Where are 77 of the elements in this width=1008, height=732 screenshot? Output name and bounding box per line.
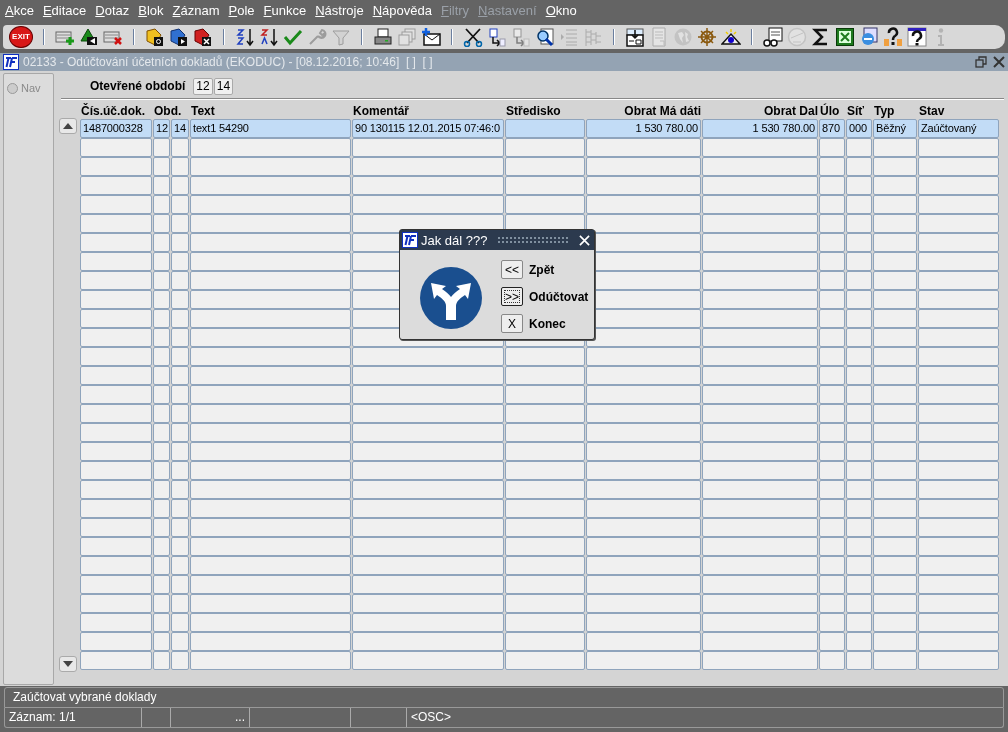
table-cell: Zaúčtovaný — [918, 119, 999, 138]
envelope-icon[interactable] — [421, 27, 441, 47]
table-cell: Běžný — [873, 119, 917, 138]
periods-label: Otevřené období — [90, 79, 186, 93]
column-header: Komentář — [352, 105, 410, 119]
button-label: Zpět — [529, 262, 555, 277]
status-message: Zaúčtovat vybrané doklady — [4, 687, 1004, 708]
spreadsheet-icon[interactable] — [835, 27, 855, 47]
help-icon[interactable] — [907, 27, 927, 47]
menu-item[interactable]: Pole — [228, 0, 264, 22]
document-arrow-icon[interactable] — [487, 27, 507, 47]
column-header: Obrat Dal — [763, 105, 818, 119]
column-header: Úlo — [819, 105, 841, 119]
help-people-icon[interactable] — [883, 27, 903, 47]
down-arrow-icon — [63, 661, 73, 667]
menu-item[interactable]: Záznam — [172, 0, 229, 22]
document-glasses-icon[interactable] — [763, 27, 783, 47]
window-title: 02133 - Odúčtování účetních dokladů (EKODUC) - [08.12.2016; 10:46] [ ] [ ] — [23, 55, 434, 69]
table-cell: 1 530 780.00 — [586, 119, 701, 138]
table-cell: text1 54290 — [190, 119, 351, 138]
sort-descending-icon[interactable] — [259, 27, 279, 47]
table-cell: 12 — [153, 119, 170, 138]
dialog-button[interactable]: >> — [501, 287, 523, 306]
column-header: Obrat Má dáti — [623, 105, 701, 119]
menu-item[interactable]: Editace — [42, 0, 96, 22]
table-cell: 1 530 780.00 — [702, 119, 818, 138]
scroll-down-button[interactable] — [59, 656, 77, 672]
column-header: Čís.úč.dok. — [80, 105, 146, 119]
folder-x-icon[interactable] — [193, 27, 213, 47]
button-label: Odúčtovat — [529, 289, 589, 304]
folder-question-icon[interactable] — [145, 27, 165, 47]
column-header: Typ — [873, 105, 896, 119]
record-arrow-icon[interactable] — [79, 27, 99, 47]
fork-arrow-sign-icon — [419, 266, 483, 330]
status-indicator: ... — [171, 708, 250, 727]
column-header: Text — [190, 105, 216, 119]
period-field: 14 — [213, 77, 234, 95]
menu-item[interactable]: Blok — [138, 0, 173, 22]
logo-icon — [402, 232, 418, 248]
column-header: Stav — [918, 105, 946, 119]
button-label: Konec — [529, 316, 566, 331]
checkmark-icon[interactable] — [283, 27, 303, 47]
menu-item[interactable]: Nápověda — [372, 0, 441, 22]
folder-play-icon[interactable] — [169, 27, 189, 47]
table-cell: 000 — [846, 119, 872, 138]
period-field: 12 — [193, 77, 213, 95]
dialog-button[interactable]: X — [501, 314, 523, 333]
scroll-up-button[interactable] — [59, 118, 77, 134]
sort-ascending-icon[interactable] — [235, 27, 255, 47]
menu-item[interactable]: Okno — [545, 0, 586, 22]
record-counter: Záznam: 1/1 — [5, 708, 142, 727]
close-icon[interactable] — [993, 56, 1005, 68]
table-cell: 1487000328 — [80, 119, 152, 138]
magnifier-icon[interactable] — [535, 27, 555, 47]
dialog-title: Jak dál ??? — [421, 232, 488, 248]
dialog-button[interactable]: << — [501, 260, 523, 279]
column-header: Středisko — [505, 105, 562, 119]
table-cell: 870 — [819, 119, 845, 138]
scissors-icon[interactable] — [463, 27, 483, 47]
menu-item[interactable]: Funkce — [263, 0, 316, 22]
table-cell: 90 130115 12.01.2015 07:46:0 — [352, 119, 504, 138]
logo-icon — [3, 54, 19, 70]
mode-indicator: <OSC> — [410, 709, 453, 726]
column-header: Síť — [846, 105, 866, 119]
menu-item[interactable]: Dotaz — [95, 0, 139, 22]
menu-item[interactable]: Nástroje — [315, 0, 373, 22]
ship-wheel-icon[interactable] — [697, 27, 717, 47]
column-header: Obd. — [153, 105, 183, 119]
printer-icon[interactable] — [373, 27, 393, 47]
up-arrow-icon — [63, 123, 73, 129]
browser-icon[interactable] — [859, 27, 879, 47]
eye-triangle-icon[interactable] — [721, 27, 741, 47]
exit-button[interactable]: EXIT — [9, 26, 33, 48]
import-icon[interactable] — [625, 27, 645, 47]
restore-icon[interactable] — [975, 56, 987, 68]
menu-item[interactable]: Akce — [5, 0, 43, 22]
table-cell: 14 — [171, 119, 189, 138]
